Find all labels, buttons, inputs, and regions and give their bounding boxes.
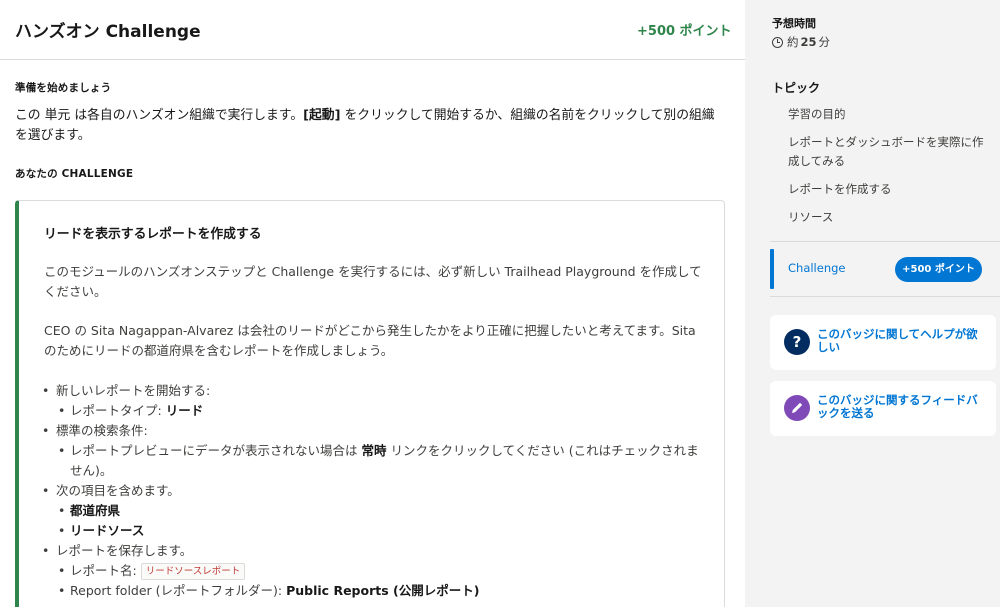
help-link[interactable]: このバッジに関してヘルプが欲しい — [817, 328, 987, 354]
sidebar: 予想時間 約 25 分 トピック 学習の目的 レポートとダッシュボードを実際に作… — [745, 0, 1000, 607]
points-label: +500 ポイント — [637, 24, 732, 39]
step-item: 標準の検索条件: レポートプレビューにデータが表示されない場合は 常時 リンクを… — [40, 421, 710, 481]
feedback-card[interactable]: このバッジに関するフィードバックを送る — [770, 381, 996, 436]
challenge-nav-item[interactable]: Challenge +500 ポイント — [770, 249, 1000, 289]
step-subitem-value: リード — [165, 403, 204, 418]
step-subitem-value: Public Reports (公開レポート) — [286, 583, 480, 598]
points-badge: +500 ポイント — [895, 257, 982, 282]
step-text: 新しいレポートを開始する: — [56, 383, 211, 398]
step-subitem: レポートプレビューにデータが表示されない場合は 常時 リンクをクリックしてくださ… — [56, 441, 710, 481]
step-subitem-bold: 常時 — [361, 443, 387, 458]
step-item: レポートを保存します。 レポート名: リードソースレポート Report fol… — [40, 541, 710, 601]
report-name-tag: リードソースレポート — [140, 563, 246, 580]
step-subitem-label: Report folder (レポートフォルダー): — [70, 583, 287, 598]
page-title: ハンズオン Challenge — [15, 22, 201, 42]
divider — [770, 296, 1000, 297]
step-subitem-value: リードソース — [70, 523, 145, 538]
prep-text: この 単元 は各自のハンズオン組織で実行します。[起動] をクリックして開始する… — [15, 106, 725, 146]
challenge-steps: 新しいレポートを開始する: レポートタイプ: リード 標準の検索条件: レポート… — [40, 381, 710, 601]
launch-label: [起動] — [303, 108, 341, 123]
active-indicator — [770, 249, 774, 289]
step-item: 新しいレポートを開始する: レポートタイプ: リード — [40, 381, 710, 421]
step-text: 標準の検索条件: — [56, 423, 148, 438]
estimated-time-unit: 分 — [818, 35, 831, 49]
step-subitem: Report folder (レポートフォルダー): Public Report… — [56, 581, 710, 601]
main-content: ハンズオン Challenge +500 ポイント 準備を始めましょう この 単… — [0, 0, 745, 607]
step-text: 次の項目を含めます。 — [56, 483, 180, 498]
step-item: 次の項目を含めます。 都道府県 リードソース — [40, 481, 710, 541]
question-icon: ? — [784, 329, 810, 355]
step-subitem-value: 都道府県 — [70, 503, 121, 518]
pencil-icon-svg — [792, 402, 803, 413]
prep-text-1: この 単元 は各自のハンズオン組織で実行します。 — [15, 108, 304, 123]
topics-heading: トピック — [772, 81, 821, 95]
challenge-title: リードを表示するレポートを作成する — [44, 227, 262, 242]
step-subitem: 都道府県 — [56, 501, 710, 521]
topic-link[interactable]: リソース — [788, 208, 988, 227]
estimated-time: 約 25 分 — [772, 34, 830, 50]
your-challenge-heading: あなたの CHALLENGE — [15, 168, 134, 180]
step-subitem: レポートタイプ: リード — [56, 401, 710, 421]
step-text: レポートを保存します。 — [56, 543, 193, 558]
topic-link[interactable]: レポートを作成する — [788, 180, 988, 199]
estimated-time-prefix: 約 — [787, 35, 799, 49]
challenge-paragraph-2: CEO の Sita Nagappan-Alvarez は会社のリードがどこから… — [44, 323, 696, 358]
topic-link[interactable]: 学習の目的 — [788, 105, 988, 124]
feedback-link[interactable]: このバッジに関するフィードバックを送る — [817, 394, 987, 420]
step-subitem: リードソース — [56, 521, 710, 541]
challenge-paragraph-1: このモジュールのハンズオンステップと Challenge を実行するには、必ず新… — [44, 264, 702, 299]
step-subitem-text: レポートプレビューにデータが表示されない場合は — [70, 443, 362, 458]
step-subitem: レポート名: リードソースレポート — [56, 561, 710, 581]
divider — [770, 241, 1000, 242]
estimated-time-value: 25 — [800, 35, 817, 49]
challenge-card: リードを表示するレポートを作成する このモジュールのハンズオンステップと Cha… — [15, 200, 725, 607]
pencil-icon — [784, 395, 810, 421]
title-bar: ハンズオン Challenge +500 ポイント — [0, 0, 745, 60]
step-subitem-label: レポート名: — [70, 563, 141, 578]
clock-icon — [772, 36, 783, 48]
estimated-time-label: 予想時間 — [772, 17, 816, 30]
prep-heading: 準備を始めましょう — [15, 82, 112, 94]
step-subitem-label: レポートタイプ: — [70, 403, 166, 418]
topic-link[interactable]: レポートとダッシュボードを実際に作成してみる — [788, 133, 988, 171]
help-card[interactable]: ? このバッジに関してヘルプが欲しい — [770, 315, 996, 370]
challenge-nav-label: Challenge — [788, 261, 846, 275]
